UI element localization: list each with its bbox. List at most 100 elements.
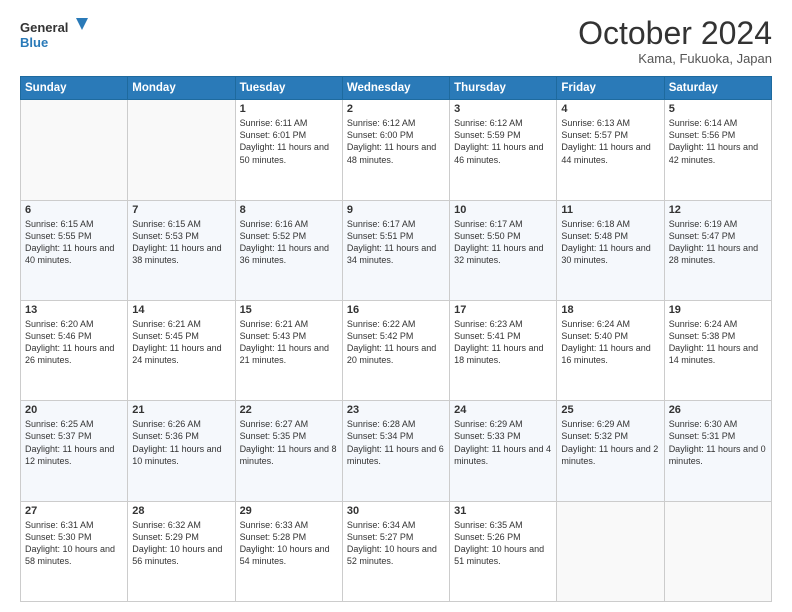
day-cell: 30 Sunrise: 6:34 AMSunset: 5:27 PMDayligh… bbox=[342, 501, 449, 601]
day-cell: 6Sunrise: 6:15 AMSunset: 5:55 PMDaylight… bbox=[21, 200, 128, 300]
col-thursday: Thursday bbox=[450, 77, 557, 100]
day-cell: 2 Sunrise: 6:12 AMSunset: 6:00 PMDaylight… bbox=[342, 100, 449, 200]
week-row-5: 27 Sunrise: 6:31 AMSunset: 5:30 PMDayligh… bbox=[21, 501, 772, 601]
header-row: Sunday Monday Tuesday Wednesday Thursday… bbox=[21, 77, 772, 100]
logo: General Blue bbox=[20, 16, 90, 54]
day-number: 23 bbox=[347, 404, 445, 416]
day-number: 31 bbox=[454, 505, 552, 517]
day-number: 13 bbox=[25, 304, 123, 316]
day-number: 21 bbox=[132, 404, 230, 416]
day-info: Sunrise: 6:20 AMSunset: 5:46 PMDaylight:… bbox=[25, 318, 123, 367]
month-title: October 2024 bbox=[578, 16, 772, 51]
day-info: Sunrise: 6:17 AMSunset: 5:50 PMDaylight:… bbox=[454, 218, 552, 267]
day-info: Sunrise: 6:33 AMSunset: 5:28 PMDaylight:… bbox=[240, 519, 338, 568]
day-info: Sunrise: 6:27 AMSunset: 5:35 PMDaylight:… bbox=[240, 418, 338, 467]
title-block: October 2024 Kama, Fukuoka, Japan bbox=[578, 16, 772, 66]
day-info: Sunrise: 6:29 AMSunset: 5:32 PMDaylight:… bbox=[561, 418, 659, 467]
day-info: Sunrise: 6:12 AMSunset: 5:59 PMDaylight:… bbox=[454, 117, 552, 166]
day-info: Sunrise: 6:31 AMSunset: 5:30 PMDaylight:… bbox=[25, 519, 123, 568]
day-info: Sunrise: 6:26 AMSunset: 5:36 PMDaylight:… bbox=[132, 418, 230, 467]
col-sunday: Sunday bbox=[21, 77, 128, 100]
day-number: 30 bbox=[347, 505, 445, 517]
day-cell bbox=[664, 501, 771, 601]
day-number: 11 bbox=[561, 204, 659, 216]
day-info: Sunrise: 6:24 AMSunset: 5:38 PMDaylight:… bbox=[669, 318, 767, 367]
week-row-2: 6Sunrise: 6:15 AMSunset: 5:55 PMDaylight… bbox=[21, 200, 772, 300]
day-number: 1 bbox=[240, 103, 338, 115]
day-number: 2 bbox=[347, 103, 445, 115]
col-friday: Friday bbox=[557, 77, 664, 100]
day-cell: 1 Sunrise: 6:11 AMSunset: 6:01 PMDaylight… bbox=[235, 100, 342, 200]
day-info: Sunrise: 6:23 AMSunset: 5:41 PMDaylight:… bbox=[454, 318, 552, 367]
day-cell: 3 Sunrise: 6:12 AMSunset: 5:59 PMDaylight… bbox=[450, 100, 557, 200]
day-info: Sunrise: 6:14 AMSunset: 5:56 PMDaylight:… bbox=[669, 117, 767, 166]
day-info: Sunrise: 6:11 AMSunset: 6:01 PMDaylight:… bbox=[240, 117, 338, 166]
day-cell: 7Sunrise: 6:15 AMSunset: 5:53 PMDaylight… bbox=[128, 200, 235, 300]
day-cell: 10Sunrise: 6:17 AMSunset: 5:50 PMDayligh… bbox=[450, 200, 557, 300]
col-tuesday: Tuesday bbox=[235, 77, 342, 100]
day-cell: 4Sunrise: 6:13 AMSunset: 5:57 PMDaylight… bbox=[557, 100, 664, 200]
day-number: 20 bbox=[25, 404, 123, 416]
day-cell: 12 Sunrise: 6:19 AMSunset: 5:47 PMDayligh… bbox=[664, 200, 771, 300]
col-monday: Monday bbox=[128, 77, 235, 100]
day-number: 4 bbox=[561, 103, 659, 115]
day-cell bbox=[21, 100, 128, 200]
col-saturday: Saturday bbox=[664, 77, 771, 100]
day-cell: 13 Sunrise: 6:20 AMSunset: 5:46 PMDayligh… bbox=[21, 300, 128, 400]
day-cell: 27 Sunrise: 6:31 AMSunset: 5:30 PMDayligh… bbox=[21, 501, 128, 601]
day-number: 5 bbox=[669, 103, 767, 115]
week-row-1: 1 Sunrise: 6:11 AMSunset: 6:01 PMDaylight… bbox=[21, 100, 772, 200]
day-cell: 22 Sunrise: 6:27 AMSunset: 5:35 PMDayligh… bbox=[235, 401, 342, 501]
day-cell: 24 Sunrise: 6:29 AMSunset: 5:33 PMDayligh… bbox=[450, 401, 557, 501]
svg-text:General: General bbox=[20, 20, 68, 35]
day-info: Sunrise: 6:35 AMSunset: 5:26 PMDaylight:… bbox=[454, 519, 552, 568]
day-info: Sunrise: 6:12 AMSunset: 6:00 PMDaylight:… bbox=[347, 117, 445, 166]
location: Kama, Fukuoka, Japan bbox=[578, 51, 772, 66]
day-cell: 5 Sunrise: 6:14 AMSunset: 5:56 PMDaylight… bbox=[664, 100, 771, 200]
day-cell bbox=[128, 100, 235, 200]
day-info: Sunrise: 6:32 AMSunset: 5:29 PMDaylight:… bbox=[132, 519, 230, 568]
day-number: 16 bbox=[347, 304, 445, 316]
day-info: Sunrise: 6:34 AMSunset: 5:27 PMDaylight:… bbox=[347, 519, 445, 568]
day-cell: 23 Sunrise: 6:28 AMSunset: 5:34 PMDayligh… bbox=[342, 401, 449, 501]
day-cell: 8Sunrise: 6:16 AMSunset: 5:52 PMDaylight… bbox=[235, 200, 342, 300]
day-cell: 20 Sunrise: 6:25 AMSunset: 5:37 PMDayligh… bbox=[21, 401, 128, 501]
day-number: 9 bbox=[347, 204, 445, 216]
day-info: Sunrise: 6:29 AMSunset: 5:33 PMDaylight:… bbox=[454, 418, 552, 467]
day-number: 12 bbox=[669, 204, 767, 216]
day-cell: 9 Sunrise: 6:17 AMSunset: 5:51 PMDaylight… bbox=[342, 200, 449, 300]
page: General Blue October 2024 Kama, Fukuoka,… bbox=[0, 0, 792, 612]
day-info: Sunrise: 6:15 AMSunset: 5:53 PMDaylight:… bbox=[132, 218, 230, 267]
day-cell bbox=[557, 501, 664, 601]
day-info: Sunrise: 6:21 AMSunset: 5:45 PMDaylight:… bbox=[132, 318, 230, 367]
day-cell: 26 Sunrise: 6:30 AMSunset: 5:31 PMDayligh… bbox=[664, 401, 771, 501]
col-wednesday: Wednesday bbox=[342, 77, 449, 100]
day-info: Sunrise: 6:16 AMSunset: 5:52 PMDaylight:… bbox=[240, 218, 338, 267]
day-info: Sunrise: 6:28 AMSunset: 5:34 PMDaylight:… bbox=[347, 418, 445, 467]
week-row-3: 13 Sunrise: 6:20 AMSunset: 5:46 PMDayligh… bbox=[21, 300, 772, 400]
day-number: 22 bbox=[240, 404, 338, 416]
day-cell: 29Sunrise: 6:33 AMSunset: 5:28 PMDayligh… bbox=[235, 501, 342, 601]
week-row-4: 20 Sunrise: 6:25 AMSunset: 5:37 PMDayligh… bbox=[21, 401, 772, 501]
svg-text:Blue: Blue bbox=[20, 35, 48, 50]
day-number: 25 bbox=[561, 404, 659, 416]
day-cell: 15Sunrise: 6:21 AMSunset: 5:43 PMDayligh… bbox=[235, 300, 342, 400]
day-number: 17 bbox=[454, 304, 552, 316]
day-info: Sunrise: 6:19 AMSunset: 5:47 PMDaylight:… bbox=[669, 218, 767, 267]
day-info: Sunrise: 6:24 AMSunset: 5:40 PMDaylight:… bbox=[561, 318, 659, 367]
day-number: 14 bbox=[132, 304, 230, 316]
day-cell: 16Sunrise: 6:22 AMSunset: 5:42 PMDayligh… bbox=[342, 300, 449, 400]
calendar-table: Sunday Monday Tuesday Wednesday Thursday… bbox=[20, 76, 772, 602]
day-info: Sunrise: 6:25 AMSunset: 5:37 PMDaylight:… bbox=[25, 418, 123, 467]
day-number: 26 bbox=[669, 404, 767, 416]
day-number: 24 bbox=[454, 404, 552, 416]
day-cell: 18Sunrise: 6:24 AMSunset: 5:40 PMDayligh… bbox=[557, 300, 664, 400]
day-number: 27 bbox=[25, 505, 123, 517]
day-info: Sunrise: 6:17 AMSunset: 5:51 PMDaylight:… bbox=[347, 218, 445, 267]
day-cell: 25 Sunrise: 6:29 AMSunset: 5:32 PMDayligh… bbox=[557, 401, 664, 501]
day-number: 28 bbox=[132, 505, 230, 517]
day-number: 3 bbox=[454, 103, 552, 115]
day-info: Sunrise: 6:30 AMSunset: 5:31 PMDaylight:… bbox=[669, 418, 767, 467]
day-info: Sunrise: 6:21 AMSunset: 5:43 PMDaylight:… bbox=[240, 318, 338, 367]
day-cell: 17 Sunrise: 6:23 AMSunset: 5:41 PMDayligh… bbox=[450, 300, 557, 400]
